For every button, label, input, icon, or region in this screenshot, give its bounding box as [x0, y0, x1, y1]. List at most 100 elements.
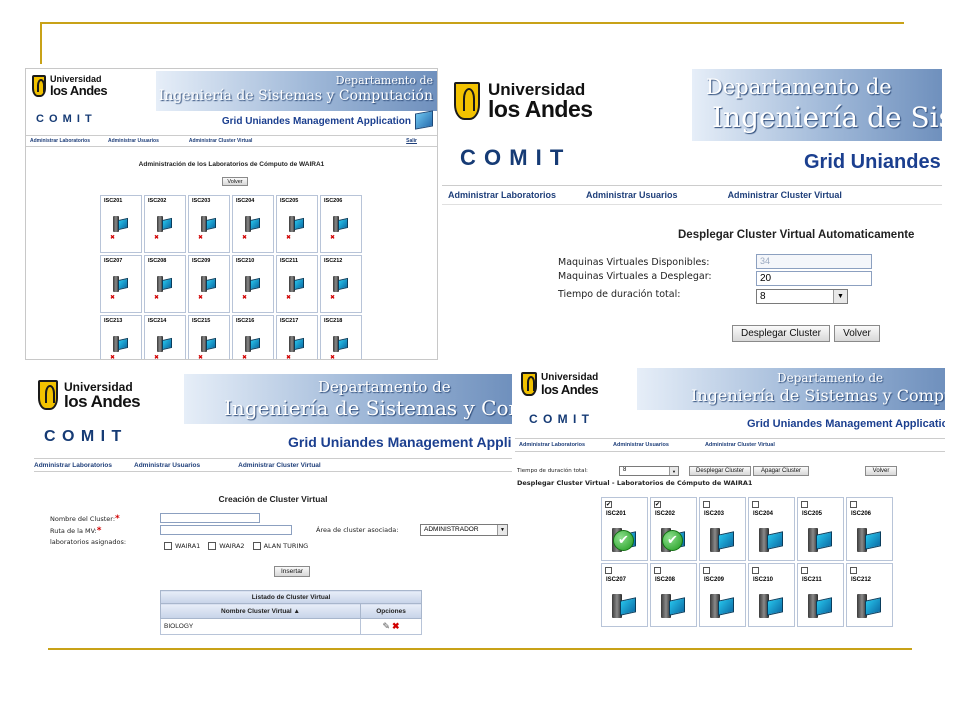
- shutdown-cluster-button[interactable]: Apagar Cluster: [753, 466, 809, 476]
- lab-cell[interactable]: ISC201 ✖: [100, 195, 142, 253]
- lab-cell[interactable]: ISC202 ✖: [144, 195, 186, 253]
- app-title: Grid Uniandes Management Application: [221, 116, 411, 127]
- deploy-cluster-button[interactable]: Desplegar Cluster: [732, 325, 830, 342]
- vm-path-input[interactable]: [160, 525, 292, 535]
- deploy-vms-input[interactable]: 20: [756, 271, 872, 286]
- department-banner: Departamento de Ingeniería de Sistemas y…: [692, 69, 942, 141]
- lab-checkbox[interactable]: [654, 567, 661, 574]
- nav-labs-link[interactable]: Administrar Laboratorios: [30, 138, 90, 144]
- lab-checkbox[interactable]: ✔: [654, 501, 661, 508]
- nav-bar: Administrar Laboratorios Administrar Usu…: [515, 438, 945, 452]
- lab-cell[interactable]: ISC212 ✖: [320, 255, 362, 313]
- chevron-down-icon[interactable]: ▼: [669, 467, 678, 475]
- nav-cluster-link[interactable]: Administrar Cluster Virtual: [728, 190, 842, 200]
- deploy-cluster-button[interactable]: Desplegar Cluster: [689, 466, 751, 476]
- nav-labs-link[interactable]: Administrar Laboratorios: [448, 190, 556, 200]
- lab-cell[interactable]: ISC213 ✖: [100, 315, 142, 359]
- lab-checkbox[interactable]: [703, 501, 710, 508]
- delete-icon[interactable]: ✖: [392, 621, 400, 631]
- department-banner: Departamento de Ingeniería de Sistemas y…: [156, 71, 437, 111]
- lab-checkbox[interactable]: [752, 567, 759, 574]
- lab-cell[interactable]: ✔ ISC202 ✔: [650, 497, 697, 561]
- cluster-name-input[interactable]: [160, 513, 260, 523]
- lab-cell[interactable]: ✔ ISC201 ✔: [601, 497, 648, 561]
- lab-cell[interactable]: ISC205: [797, 497, 844, 561]
- lab-cell[interactable]: ISC210 ✖: [232, 255, 274, 313]
- nav-cluster-link[interactable]: Administrar Cluster Virtual: [189, 138, 253, 144]
- computer-icon: [201, 216, 217, 232]
- options-cell: ✎ ✖: [360, 618, 422, 635]
- lab-checkbox[interactable]: [850, 501, 857, 508]
- lab-cell[interactable]: ISC205 ✖: [276, 195, 318, 253]
- lab-cell[interactable]: ISC209 ✖: [188, 255, 230, 313]
- lab-checkbox[interactable]: [801, 501, 808, 508]
- duration-select[interactable]: 8 ▼: [756, 289, 848, 304]
- edit-pencil-icon[interactable]: ✎: [382, 621, 390, 631]
- back-button[interactable]: Volver: [865, 466, 897, 476]
- nav-users-link[interactable]: Administrar Usuarios: [586, 190, 678, 200]
- lab-checkbox[interactable]: [801, 567, 808, 574]
- nav-cluster-link[interactable]: Administrar Cluster Virtual: [238, 462, 321, 469]
- nav-cluster-link[interactable]: Administrar Cluster Virtual: [705, 442, 775, 448]
- lab-cell[interactable]: ISC203: [699, 497, 746, 561]
- lab-cell[interactable]: ISC204 ✖: [232, 195, 274, 253]
- lab-cell[interactable]: ISC211: [797, 563, 844, 627]
- lab-cell[interactable]: ISC208: [650, 563, 697, 627]
- lab-option[interactable]: WAIRA1: [164, 542, 200, 550]
- computer-icon: [289, 216, 305, 232]
- lab-name: ISC215: [192, 318, 211, 324]
- cluster-name-label: Nombre del Cluster:*: [50, 514, 120, 524]
- app-title: Grid Uniandes Management Application: [288, 434, 512, 450]
- lab-cell[interactable]: ISC211 ✖: [276, 255, 318, 313]
- lab-cell[interactable]: ISC203 ✖: [188, 195, 230, 253]
- lab-cell[interactable]: ISC212: [846, 563, 893, 627]
- red-x-icon: ✖: [198, 234, 204, 241]
- nav-exit-link[interactable]: Salir: [406, 138, 417, 144]
- university-name-line2: los Andes: [50, 83, 108, 98]
- university-name-line2: los Andes: [64, 391, 141, 411]
- red-x-icon: ✖: [110, 234, 116, 241]
- lab-cell[interactable]: ISC210: [748, 563, 795, 627]
- available-vms-field: 34: [756, 254, 872, 269]
- lab-option-checkbox[interactable]: [252, 542, 261, 550]
- lab-cell[interactable]: ISC206 ✖: [320, 195, 362, 253]
- lab-option-checkbox[interactable]: [208, 542, 217, 550]
- lab-cell[interactable]: ISC216 ✖: [232, 315, 274, 359]
- lab-checkbox[interactable]: [850, 567, 857, 574]
- lab-cell[interactable]: ISC215 ✖: [188, 315, 230, 359]
- computer-icon: [289, 336, 305, 352]
- column-header-name[interactable]: Nombre Cluster Virtual ▲: [160, 603, 361, 619]
- cluster-area-select[interactable]: ADMINISTRADOR ▼: [420, 524, 508, 536]
- lab-cell[interactable]: ISC204: [748, 497, 795, 561]
- nav-users-link[interactable]: Administrar Usuarios: [134, 462, 200, 469]
- duration-select[interactable]: 8 ▼: [619, 466, 679, 476]
- lab-cell[interactable]: ISC209: [699, 563, 746, 627]
- lab-cell[interactable]: ISC207: [601, 563, 648, 627]
- lab-option[interactable]: ALAN TURING: [252, 542, 308, 550]
- lab-option[interactable]: WAIRA2: [208, 542, 245, 550]
- lab-checkbox[interactable]: [703, 567, 710, 574]
- lab-cell[interactable]: ISC217 ✖: [276, 315, 318, 359]
- nav-users-link[interactable]: Administrar Usuarios: [613, 442, 669, 448]
- chevron-down-icon[interactable]: ▼: [833, 290, 847, 303]
- lab-checkbox[interactable]: ✔: [605, 501, 612, 508]
- lab-cell[interactable]: ISC207 ✖: [100, 255, 142, 313]
- cluster-area-label: Área de cluster asociada:: [316, 526, 399, 534]
- back-button[interactable]: Volver: [222, 177, 248, 186]
- lab-cell[interactable]: ISC206: [846, 497, 893, 561]
- nav-labs-link[interactable]: Administrar Laboratorios: [34, 462, 112, 469]
- lab-checkbox[interactable]: [605, 567, 612, 574]
- back-button[interactable]: Volver: [834, 325, 880, 342]
- lab-cell[interactable]: ISC208 ✖: [144, 255, 186, 313]
- lab-name: ISC204: [753, 511, 774, 517]
- nav-labs-link[interactable]: Administrar Laboratorios: [519, 442, 585, 448]
- insert-button[interactable]: Insertar: [274, 566, 310, 577]
- lab-checkbox[interactable]: [752, 501, 759, 508]
- lab-option-checkbox[interactable]: [164, 542, 172, 550]
- nav-users-link[interactable]: Administrar Usuarios: [108, 138, 159, 144]
- chevron-down-icon[interactable]: ▼: [497, 525, 507, 535]
- lab-cell[interactable]: ISC218 ✖: [320, 315, 362, 359]
- lab-name: ISC211: [802, 577, 822, 583]
- lab-cell[interactable]: ISC214 ✖: [144, 315, 186, 359]
- slide-top-rule: [40, 22, 904, 24]
